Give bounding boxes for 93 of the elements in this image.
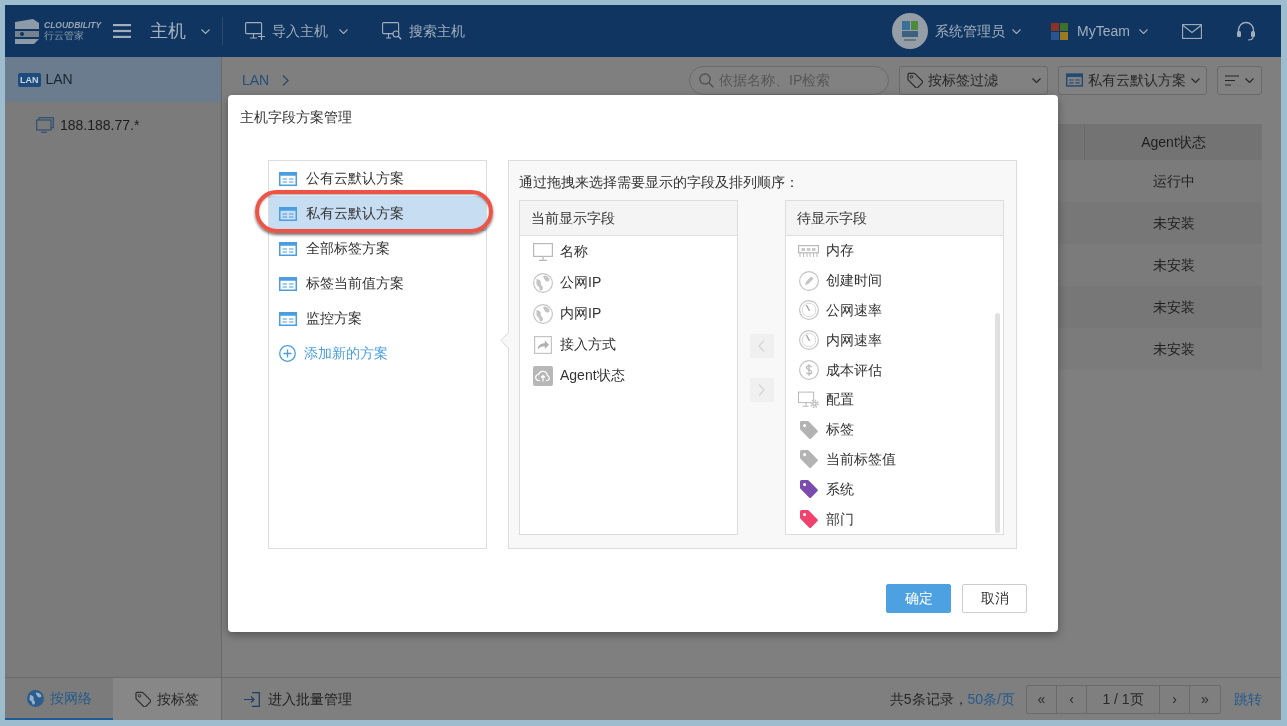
search-icon bbox=[699, 72, 714, 88]
next-page-button[interactable]: › bbox=[1160, 685, 1190, 713]
monitor-icon bbox=[36, 117, 54, 133]
monitor-plus-icon bbox=[245, 22, 265, 40]
table-icon bbox=[279, 276, 297, 291]
table-icon bbox=[279, 311, 297, 326]
table-icon bbox=[1066, 73, 1083, 87]
field-item[interactable]: 接入方式 bbox=[520, 329, 737, 360]
chevron-right-icon bbox=[282, 74, 290, 86]
table-icon bbox=[279, 171, 297, 186]
table-cell-text: 未安装 bbox=[1151, 297, 1196, 317]
import-hosts-menu[interactable]: 导入主机 bbox=[245, 20, 348, 42]
field-item[interactable]: 系统 bbox=[786, 474, 1003, 505]
cancel-button[interactable]: 取消 bbox=[962, 584, 1027, 613]
scrollbar[interactable] bbox=[995, 313, 1000, 533]
prev-page-button[interactable]: ‹ bbox=[1057, 685, 1087, 713]
table-icon bbox=[279, 241, 297, 256]
table-cell-text: 未安装 bbox=[1151, 339, 1196, 359]
user-menu[interactable]: 系统管理员 bbox=[892, 13, 1022, 49]
chevron-left-icon bbox=[758, 339, 765, 352]
monitor-icon bbox=[532, 242, 553, 261]
tree-item[interactable]: 188.188.77.* bbox=[5, 110, 221, 140]
column-header: Agent状态 bbox=[1140, 132, 1207, 152]
batch-manage-button[interactable]: 进入批量管理 bbox=[244, 688, 352, 710]
four-squares-icon bbox=[1051, 22, 1069, 40]
memory-module-icon bbox=[798, 244, 819, 257]
scheme-item[interactable]: 全部标签方案 bbox=[269, 231, 486, 266]
field-item[interactable]: 配置 bbox=[786, 385, 1003, 415]
field-item[interactable]: 公网速率 bbox=[786, 295, 1003, 326]
field-item[interactable]: 内网IP bbox=[520, 298, 737, 329]
sidebar-tab[interactable]: 按标签 bbox=[113, 678, 221, 720]
caret-icon bbox=[201, 28, 210, 34]
field-item[interactable]: Agent状态 bbox=[520, 360, 737, 391]
field-item[interactable]: 公网IP bbox=[520, 267, 737, 298]
field-item[interactable]: 内网速率 bbox=[786, 325, 1003, 356]
gauge-icon bbox=[798, 330, 819, 351]
first-page-button[interactable]: « bbox=[1027, 685, 1057, 713]
scheme-item[interactable]: 标签当前值方案 bbox=[269, 266, 486, 301]
caret-icon bbox=[1012, 28, 1022, 34]
scheme-item[interactable]: 公有云默认方案 bbox=[269, 161, 486, 196]
record-count: 共5条记录， bbox=[889, 689, 968, 709]
cloud-upload-icon bbox=[532, 365, 553, 386]
enter-arrow-icon bbox=[244, 691, 260, 707]
pencil-circle-icon bbox=[798, 270, 819, 291]
brand-name: CLOUDBILITY bbox=[44, 20, 102, 30]
globe-icon bbox=[532, 303, 553, 324]
field-item[interactable]: 成本评估 bbox=[786, 355, 1003, 385]
monitor-search-icon bbox=[382, 22, 402, 40]
monitor-gear-icon bbox=[798, 389, 819, 410]
tag-filter-select[interactable]: 按标签过滤 bbox=[899, 65, 1048, 95]
search-hosts-button[interactable]: 搜索主机 bbox=[382, 20, 465, 42]
page-indicator: 1 / 1页 bbox=[1087, 685, 1160, 713]
field-item[interactable]: 创建时间 bbox=[786, 265, 1003, 296]
team-menu[interactable]: MyTeam bbox=[1051, 20, 1148, 42]
network-badge: LAN bbox=[18, 72, 41, 87]
gauge-icon bbox=[798, 300, 819, 321]
headset-icon[interactable] bbox=[1236, 21, 1256, 41]
list-header: 当前显示字段 bbox=[520, 201, 737, 236]
field-item[interactable]: 部门 bbox=[786, 504, 1003, 534]
globe-icon bbox=[26, 689, 44, 707]
scheme-item[interactable]: 监控方案 bbox=[269, 301, 486, 336]
caret-icon bbox=[1139, 28, 1148, 34]
network-item[interactable]: LAN LAN bbox=[5, 57, 221, 102]
table-icon bbox=[279, 206, 297, 221]
scheme-select[interactable]: 私有云默认方案 bbox=[1058, 65, 1207, 95]
dollar-circle-icon bbox=[798, 360, 819, 381]
field-item[interactable]: 当前标签值 bbox=[786, 444, 1003, 475]
avatar-icon[interactable] bbox=[892, 13, 929, 49]
caret-icon bbox=[1245, 77, 1254, 83]
mail-icon[interactable] bbox=[1182, 23, 1202, 39]
chevron-right-icon bbox=[758, 383, 765, 396]
scheme-item[interactable]: 私有云默认方案 bbox=[269, 196, 486, 231]
sort-lines-icon bbox=[1225, 74, 1239, 86]
last-page-button[interactable]: » bbox=[1190, 685, 1220, 713]
caret-icon bbox=[1191, 77, 1200, 83]
table-cell-text: 未安装 bbox=[1151, 255, 1196, 275]
brand-subtitle: 行云管家 bbox=[44, 30, 85, 42]
field-item[interactable]: 内存 bbox=[786, 236, 1003, 266]
menu-icon[interactable] bbox=[113, 24, 131, 38]
table-cell-text: 运行中 bbox=[1151, 171, 1196, 191]
field-item[interactable]: 标签 bbox=[786, 414, 1003, 445]
logo-icon bbox=[14, 18, 40, 44]
tag-icon bbox=[135, 691, 151, 707]
module-menu[interactable]: 主机 bbox=[150, 17, 210, 45]
plus-circle-icon bbox=[279, 345, 296, 362]
globe-icon bbox=[532, 272, 553, 293]
list-header: 待显示字段 bbox=[786, 201, 1003, 236]
tag-icon bbox=[907, 72, 923, 88]
caret-icon bbox=[1032, 77, 1041, 83]
modal-title: 主机字段方案管理 bbox=[240, 108, 353, 127]
field-item[interactable]: 名称 bbox=[520, 236, 737, 267]
instruction-text: 通过拖拽来选择需要显示的字段及排列顺序： bbox=[519, 173, 800, 192]
table-cell-text: 未安装 bbox=[1151, 213, 1196, 233]
